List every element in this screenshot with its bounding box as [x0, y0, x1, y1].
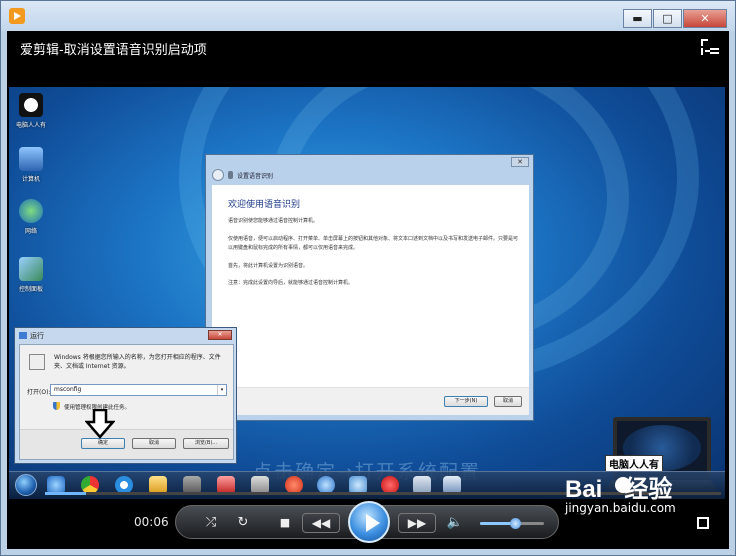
desktop-icon-control-panel[interactable]: 控制面板 [11, 257, 51, 293]
down-arrow-icon [85, 409, 115, 439]
desktop-icon-label: 电脑人人有 [15, 122, 46, 129]
desktop-icon-computer[interactable]: 计算机 [11, 147, 51, 183]
window-titlebar: ▬ □ ✕ [1, 1, 735, 31]
run-dialog-footer: 确定 取消 浏览(B)... [20, 429, 233, 459]
next-track-button[interactable]: ▶▶ [398, 513, 436, 533]
desktop-icon-label: 网络 [24, 228, 37, 235]
speech-dialog-paragraph: 注意：完成此设置向导后，就能够通过语音控制计算机。 [228, 280, 354, 286]
playback-controls: ⤮ ↻ ■ ◀◀ ▶▶ 🔈 [175, 501, 559, 543]
run-program-icon [29, 354, 45, 370]
volume-knob[interactable] [510, 518, 522, 529]
speech-dialog-close-button[interactable]: ✕ [511, 157, 529, 167]
app-play-icon [9, 8, 25, 24]
layout-toggle-icon[interactable] [701, 39, 719, 55]
volume-icon[interactable]: 🔈 [444, 515, 466, 531]
microphone-icon [228, 171, 233, 179]
run-dialog-body: Windows 将根据您所输入的名称，为您打开相应的程序、文件夹、文档或 Int… [19, 344, 234, 460]
volume-slider[interactable] [480, 518, 544, 529]
baidu-brand-text: Bai [565, 476, 603, 503]
run-window-icon [19, 332, 27, 339]
app-window: ▬ □ ✕ 爱剪辑-取消设置语音识别启动项 电脑人人有 计算机 网络 控制面板 … [0, 0, 736, 556]
desktop-icon-label: 计算机 [21, 176, 40, 183]
open-input[interactable]: msconfig ▾ [50, 384, 227, 396]
browse-button[interactable]: 浏览(B)... [183, 438, 229, 449]
start-button[interactable] [15, 474, 37, 496]
computer-icon [19, 147, 43, 171]
next-button[interactable]: 下一步(N) [444, 396, 488, 407]
speech-dialog-paragraph: 仅使用语音，便可以启动程序、打开菜单、单击屏幕上的按钮和其他对象、将文本口述到文… [228, 236, 519, 251]
window-caption-buttons: ▬ □ ✕ [623, 9, 727, 28]
speech-dialog-body: 欢迎使用语音识别 语音识别使您能够通过语音控制计算机。 仅使用语音，便可以启动程… [212, 185, 529, 415]
speech-dialog-heading: 欢迎使用语音识别 [228, 200, 301, 210]
desktop-icon-panda[interactable]: 电脑人人有 [11, 93, 51, 129]
speech-dialog-paragraph: 首先，将此计算机设置为识别语音。 [228, 263, 309, 269]
open-label: 打开(O): [27, 389, 51, 396]
play-button[interactable] [348, 501, 390, 543]
panda-icon [19, 93, 43, 117]
shuffle-icon[interactable]: ⤮ [200, 515, 222, 531]
network-icon [19, 199, 43, 223]
player-title: 爱剪辑-取消设置语音识别启动项 [20, 43, 207, 58]
speech-dialog-titlebar: ✕ 设置语音识别 [206, 155, 533, 181]
repeat-icon[interactable]: ↻ [232, 515, 254, 531]
stop-icon[interactable]: ■ [274, 515, 296, 531]
minimize-button[interactable]: ▬ [623, 9, 652, 28]
run-dialog-description: Windows 将根据您所输入的名称，为您打开相应的程序、文件夹、文档或 Int… [54, 354, 221, 370]
video-frame[interactable]: 电脑人人有 计算机 网络 控制面板 ✕ 设置语音识别 欢迎使用语音识别 语音识别… [9, 87, 725, 499]
run-cancel-button[interactable]: 取消 [132, 438, 176, 449]
baidu-brand-suffix: 经验 [624, 476, 673, 503]
back-arrow-icon[interactable] [212, 169, 224, 181]
shield-icon [53, 402, 60, 410]
close-button[interactable]: ✕ [683, 9, 727, 28]
speech-cancel-button[interactable]: 取消 [494, 396, 522, 407]
seek-bar-fill [45, 492, 86, 495]
baidu-paw-icon [615, 477, 631, 493]
previous-button[interactable]: ◀◀ [302, 513, 340, 533]
desktop-icon-network[interactable]: 网络 [11, 199, 51, 235]
run-dialog: 运行 ✕ Windows 将根据您所输入的名称，为您打开相应的程序、文件夹、文档… [14, 327, 237, 464]
maximize-button[interactable]: □ [653, 9, 682, 28]
ok-button[interactable]: 确定 [81, 438, 125, 449]
speech-dialog-paragraph: 语音识别使您能够通过语音控制计算机。 [228, 218, 319, 224]
fullscreen-icon[interactable] [697, 517, 709, 529]
speech-dialog-footer: 下一步(N) 取消 [212, 387, 529, 415]
control-panel-icon [19, 257, 43, 281]
baidu-url: jingyan.baidu.com [565, 501, 676, 515]
speech-dialog-title: 设置语音识别 [237, 173, 274, 180]
run-dialog-close-button[interactable]: ✕ [208, 330, 232, 340]
chevron-down-icon[interactable]: ▾ [217, 385, 226, 395]
open-input-value: msconfig [54, 386, 82, 393]
desktop-icon-label: 控制面板 [18, 286, 43, 293]
speech-setup-dialog: ✕ 设置语音识别 欢迎使用语音识别 语音识别使您能够通过语音控制计算机。 仅使用… [205, 154, 534, 421]
current-time: 00:06 [134, 515, 169, 529]
run-dialog-title: 运行 [30, 332, 44, 340]
